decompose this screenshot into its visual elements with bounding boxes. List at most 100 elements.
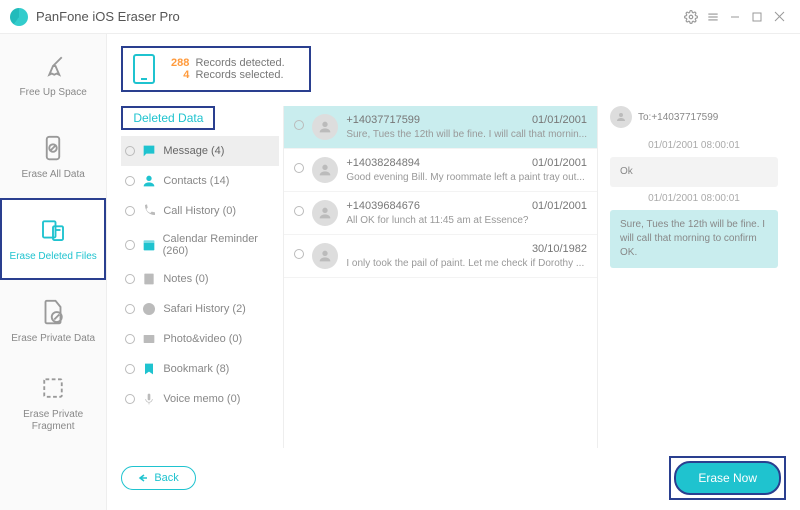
radio-icon [125, 334, 135, 344]
msg-date: 30/10/1982 [532, 243, 587, 255]
message-row[interactable]: +14039684676 01/01/2001 All OK for lunch a… [284, 192, 597, 235]
titlebar: PanFone iOS Eraser Pro [0, 0, 800, 34]
cat-label: Bookmark (8) [163, 363, 229, 375]
erase-now-button[interactable]: Erase Now [674, 461, 781, 495]
radio-icon[interactable] [294, 120, 304, 130]
msg-date: 01/01/2001 [532, 200, 587, 212]
categories-header: Deleted Data [121, 106, 215, 130]
cat-label: Notes (0) [163, 273, 208, 285]
cat-calendar[interactable]: Calendar Reminder (260) [121, 226, 279, 264]
cat-contacts[interactable]: Contacts (14) [121, 166, 279, 196]
bookmark-icon [141, 361, 157, 377]
message-row[interactable]: +14038284894 01/01/2001 Good evening Bill.… [284, 149, 597, 192]
msg-from: +14038284894 [346, 157, 420, 169]
phone-icon [141, 203, 157, 219]
sidebar-label: Free Up Space [20, 87, 87, 99]
radio-icon [125, 304, 135, 314]
menu-icon[interactable] [702, 6, 724, 28]
broom-icon [38, 51, 68, 81]
cat-bookmark[interactable]: Bookmark (8) [121, 354, 279, 384]
records-stats: 288 Records detected. 4 Records selected… [121, 46, 311, 92]
sidebar: Free Up Space Erase All Data Erase Delet… [0, 34, 107, 510]
sidebar-label: Erase Private Data [11, 333, 95, 345]
cat-label: Safari History (2) [163, 303, 246, 315]
avatar-icon [312, 114, 338, 140]
avatar-icon [312, 243, 338, 269]
sidebar-item-erase-private-fragment[interactable]: Erase Private Fragment [0, 362, 106, 444]
cat-label: Photo&video (0) [163, 333, 242, 345]
radio-icon [125, 364, 135, 374]
back-button[interactable]: Back [121, 466, 195, 490]
phone-icon [133, 54, 155, 84]
msg-date: 01/01/2001 [532, 157, 587, 169]
msg-preview: Good evening Bill. My roommate left a pa… [346, 172, 587, 183]
avatar-icon [312, 157, 338, 183]
cat-safari-history[interactable]: Safari History (2) [121, 294, 279, 324]
files-trash-icon [38, 215, 68, 245]
radio-icon [125, 394, 135, 404]
messages-list: +14037717599 01/01/2001 Sure, Tues the 12t… [283, 106, 598, 448]
msg-preview: I only took the pail of paint. Let me ch… [346, 258, 587, 269]
photo-icon [141, 331, 157, 347]
sidebar-label: Erase Deleted Files [10, 251, 97, 263]
settings-icon[interactable] [680, 6, 702, 28]
fragment-icon [38, 373, 68, 403]
radio-icon [125, 176, 135, 186]
erase-label: Erase Now [698, 471, 757, 485]
minimize-icon[interactable] [724, 6, 746, 28]
avatar-icon [312, 200, 338, 226]
sidebar-label: Erase All Data [21, 169, 84, 181]
cat-notes[interactable]: Notes (0) [121, 264, 279, 294]
main-panel: 288 Records detected. 4 Records selected… [107, 34, 800, 510]
msg-preview: All OK for lunch at 11:45 am at Essence? [346, 215, 587, 226]
msg-from: +14037717599 [346, 114, 420, 126]
msg-timestamp: 01/01/2001 08:00:01 [610, 193, 778, 204]
maximize-icon[interactable] [746, 6, 768, 28]
message-row[interactable]: 30/10/1982 I only took the pail of paint.… [284, 235, 597, 278]
sidebar-item-free-up-space[interactable]: Free Up Space [0, 34, 106, 116]
cat-label: Contacts (14) [163, 175, 229, 187]
msg-date: 01/01/2001 [532, 114, 587, 126]
selected-count: 4 [165, 69, 189, 81]
calendar-icon [141, 237, 157, 253]
phone-erase-icon [38, 133, 68, 163]
radio-icon[interactable] [294, 249, 304, 259]
sidebar-item-erase-deleted-files[interactable]: Erase Deleted Files [0, 198, 106, 280]
detected-count: 288 [165, 57, 189, 69]
cat-label: Call History (0) [163, 205, 236, 217]
file-x-icon [38, 297, 68, 327]
msg-preview: Sure, Tues the 12th will be fine. I will… [346, 129, 587, 140]
radio-icon[interactable] [294, 163, 304, 173]
message-row[interactable]: +14037717599 01/01/2001 Sure, Tues the 12t… [284, 106, 597, 149]
radio-icon [125, 206, 135, 216]
cat-message[interactable]: Message (4) [121, 136, 279, 166]
message-icon [141, 143, 157, 159]
footer: Back Erase Now [121, 448, 786, 500]
notes-icon [141, 271, 157, 287]
contacts-icon [141, 173, 157, 189]
cat-label: Message (4) [163, 145, 224, 157]
cat-call-history[interactable]: Call History (0) [121, 196, 279, 226]
mic-icon [141, 391, 157, 407]
close-icon[interactable] [768, 6, 790, 28]
arrow-left-icon [138, 473, 148, 483]
sidebar-label: Erase Private Fragment [2, 409, 104, 433]
chat-bubble: Sure, Tues the 12th will be fine. I will… [610, 210, 778, 268]
radio-icon [125, 146, 135, 156]
conversation-to: To:+14037717599 [638, 112, 718, 123]
msg-from: +14039684676 [346, 200, 420, 212]
categories-panel: Deleted Data Message (4) Contacts (14) C… [121, 106, 279, 448]
back-label: Back [154, 472, 178, 484]
msg-timestamp: 01/01/2001 08:00:01 [610, 140, 778, 151]
detected-label: Records detected. [195, 57, 284, 69]
radio-icon[interactable] [294, 206, 304, 216]
cat-photo-video[interactable]: Photo&video (0) [121, 324, 279, 354]
sidebar-item-erase-all-data[interactable]: Erase All Data [0, 116, 106, 198]
selected-label: Records selected. [195, 69, 283, 81]
cat-voice-memo[interactable]: Voice memo (0) [121, 384, 279, 414]
app-title: PanFone iOS Eraser Pro [36, 9, 680, 24]
sidebar-item-erase-private-data[interactable]: Erase Private Data [0, 280, 106, 362]
safari-icon [141, 301, 157, 317]
app-logo-icon [10, 8, 28, 26]
cat-label: Calendar Reminder (260) [163, 233, 276, 257]
